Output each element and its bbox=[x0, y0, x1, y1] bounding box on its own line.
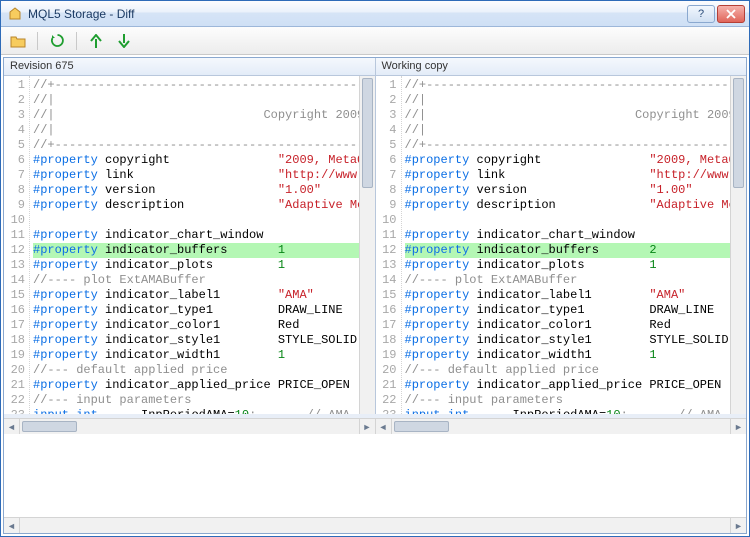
prev-diff-button[interactable] bbox=[85, 30, 107, 52]
bottom-pane: ◄► bbox=[4, 434, 746, 533]
pane-left: Revision 675 123456789101112131415161718… bbox=[4, 58, 376, 414]
content-area: Revision 675 123456789101112131415161718… bbox=[3, 57, 747, 534]
code-right: //+-------------------------------------… bbox=[402, 76, 731, 414]
open-folder-button[interactable] bbox=[7, 30, 29, 52]
gutter-left: 1234567891011121314151617181920212223 bbox=[4, 76, 30, 414]
toolbar-separator bbox=[76, 32, 77, 50]
vscroll-right[interactable] bbox=[730, 76, 746, 414]
bottom-hscroll[interactable]: ◄► bbox=[4, 517, 746, 533]
window-title: MQL5 Storage - Diff bbox=[28, 7, 687, 21]
pane-left-header: Revision 675 bbox=[4, 58, 375, 76]
gutter-right: 1234567891011121314151617181920212223 bbox=[376, 76, 402, 414]
toolbar bbox=[1, 27, 749, 55]
help-button[interactable]: ? bbox=[687, 5, 715, 23]
close-button[interactable] bbox=[717, 5, 745, 23]
vscroll-left[interactable] bbox=[359, 76, 375, 414]
app-icon bbox=[7, 6, 23, 22]
next-diff-button[interactable] bbox=[113, 30, 135, 52]
code-area-left[interactable]: 1234567891011121314151617181920212223 //… bbox=[4, 76, 375, 414]
code-left: //+-------------------------------------… bbox=[30, 76, 359, 414]
hscroll-left[interactable]: ◄► bbox=[4, 419, 376, 434]
refresh-button[interactable] bbox=[46, 30, 68, 52]
code-area-right[interactable]: 1234567891011121314151617181920212223 //… bbox=[376, 76, 747, 414]
diff-panes: Revision 675 123456789101112131415161718… bbox=[4, 58, 746, 418]
title-bar: MQL5 Storage - Diff ? bbox=[1, 1, 749, 27]
pane-right-header: Working copy bbox=[376, 58, 747, 76]
hscroll-right[interactable]: ◄► bbox=[376, 419, 747, 434]
hscroll-row: ◄► ◄► bbox=[4, 418, 746, 434]
pane-right: Working copy 123456789101112131415161718… bbox=[376, 58, 747, 414]
toolbar-separator bbox=[37, 32, 38, 50]
